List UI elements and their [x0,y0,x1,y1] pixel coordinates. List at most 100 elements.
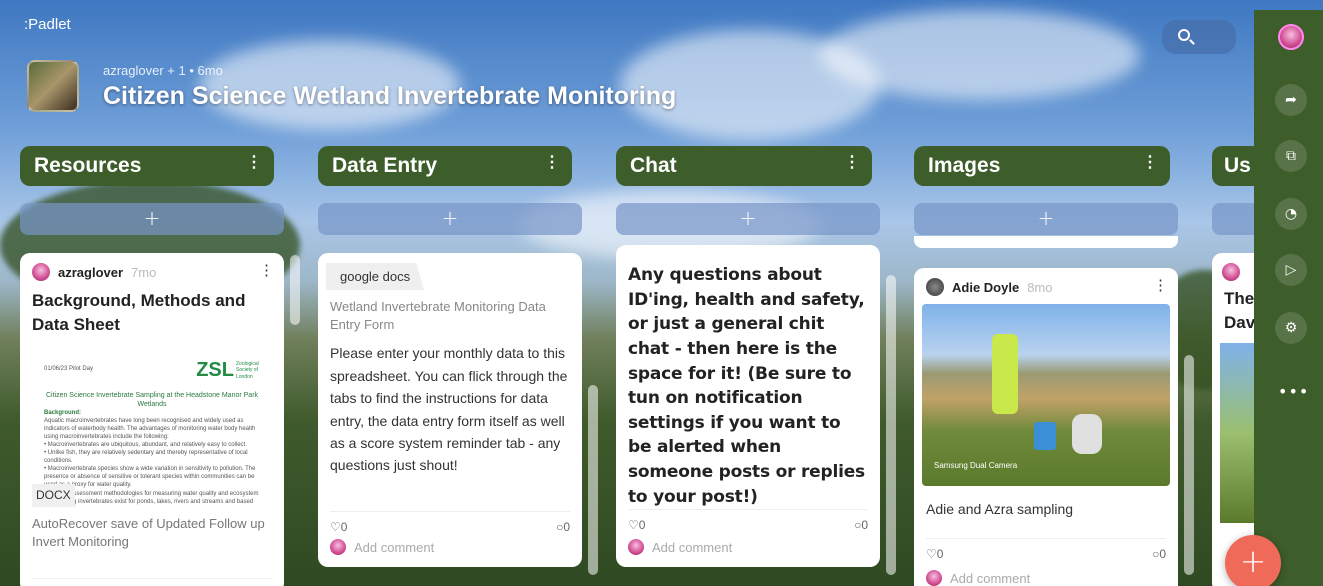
post-title: Background, Methods and Data Sheet [32,291,246,334]
column-header-resources[interactable]: Resources ⋮ [20,146,274,186]
like-button[interactable]: ♡0 [628,518,645,532]
column-scrollbar[interactable] [1184,355,1194,575]
add-comment-row[interactable]: Add comment [926,570,1030,586]
doc-body: Background: Aquatic macroinvertebrates h… [44,409,260,507]
column-header-images[interactable]: Images ⋮ [914,146,1170,186]
comment-count: 0 [1159,547,1166,561]
commenter-avatar [926,570,942,586]
more-icon[interactable]: ••• [1278,382,1309,401]
post-card-previous[interactable] [914,236,1178,248]
like-button[interactable]: ♡0 [330,520,347,534]
author-avatar [926,278,944,296]
column-menu-icon[interactable]: ⋮ [844,152,860,172]
reactions-row: ♡0 ○0 [32,578,272,586]
column-scrollbar[interactable] [588,385,598,575]
column-header-chat[interactable]: Chat ⋮ [616,146,872,186]
post-card-resources[interactable]: azraglover 7mo ⋮ Background, Methods and… [20,253,284,586]
column-title: Resources [34,154,142,177]
column-header-data-entry[interactable]: Data Entry ⋮ [318,146,572,186]
docx-badge: DOCX [32,484,75,507]
attachment-type-tag: google docs [326,263,425,290]
share-icon: ➦ [1285,92,1297,108]
user-avatar[interactable] [1278,24,1304,50]
remake-icon: ⧉ [1286,148,1296,164]
photo-camera-tag: Samsung Dual Camera [934,461,1018,470]
column-scrollbar[interactable] [290,255,300,325]
settings-button[interactable]: ⚙ [1275,312,1307,344]
post-title: The Dav [1224,289,1254,332]
column-title: Chat [630,154,677,177]
column-title: Us [1224,154,1251,177]
add-comment-row[interactable]: Add comment [628,539,732,555]
add-comment-row[interactable]: Add comment [330,539,434,555]
post-photo[interactable]: Samsung Dual Camera [922,304,1170,486]
play-icon: ▷ [1285,262,1297,278]
post-body: Any questions about ID'ing, health and s… [628,265,865,507]
gear-icon: ⚙ [1284,320,1298,336]
like-button[interactable]: ♡0 [926,547,943,561]
column-header-users[interactable]: Us [1212,146,1254,186]
remake-button[interactable]: ⧉ [1275,140,1307,172]
post-author-row: azraglover 7mo [20,253,284,281]
add-post-fab[interactable]: + [1225,535,1281,586]
add-comment-placeholder[interactable]: Add comment [652,540,732,555]
add-post-button[interactable]: + [20,203,284,235]
column-menu-icon[interactable]: ⋮ [544,152,560,172]
share-button[interactable]: ➦ [1275,84,1307,116]
post-menu-icon[interactable]: ⋮ [259,261,274,279]
add-comment-placeholder[interactable]: Add comment [354,540,434,555]
add-post-button[interactable]: + [616,203,880,235]
like-count: 0 [638,518,646,532]
comment-button[interactable]: ○0 [1152,547,1166,561]
board-title: Citizen Science Wetland Invertebrate Mon… [103,82,677,110]
add-post-button[interactable]: + [318,203,582,235]
reactions-row: ♡0 ○0 [330,511,570,534]
doc-bullet: • Macroinvertebrate species show a wide … [44,466,256,489]
photo-person [992,334,1018,414]
comment-button[interactable]: ○0 [854,518,868,532]
comment-count: 0 [563,520,570,534]
column-scrollbar[interactable] [886,275,896,575]
doc-bullet: • Unlike fish, they are relatively seden… [44,450,248,465]
post-card-chat[interactable]: Any questions about ID'ing, health and s… [616,245,880,567]
add-post-button[interactable] [1212,203,1254,235]
bell-icon: ◔ [1284,206,1298,222]
comment-button[interactable]: ○0 [556,520,570,534]
zsl-logo: ZSL [196,358,234,381]
post-menu-icon[interactable]: ⋮ [1153,276,1168,294]
doc-section-label: Background: [44,409,82,416]
add-comment-placeholder[interactable]: Add comment [950,571,1030,586]
post-time: 8mo [1027,279,1053,295]
reactions-row: ♡0 ○0 [926,538,1166,561]
post-author-row: Adie Doyle 8mo [914,268,1178,296]
like-count: 0 [936,547,944,561]
zsl-logo-subtitle: Zoological Society of London [236,360,259,381]
doc-date: 01/06/23 Pilot Day [44,365,94,372]
docx-attachment-preview[interactable]: 01/06/23 Pilot Day ZSL Zoological Societ… [32,346,272,507]
search-button[interactable] [1162,20,1236,54]
author-name[interactable]: Adie Doyle [952,280,1019,295]
post-card-images[interactable]: Adie Doyle 8mo ⋮ Samsung Dual Camera Adi… [914,268,1178,586]
post-card-data-entry[interactable]: google docs Wetland Invertebrate Monitor… [318,253,582,567]
search-icon [1178,29,1190,41]
author-name[interactable]: azraglover [58,265,123,280]
cloud [820,10,1140,100]
column-menu-icon[interactable]: ⋮ [246,152,262,172]
doc-paragraph: Standard assessment methodologies for me… [44,490,259,505]
post-body: Please enter your monthly data to this s… [330,345,568,474]
post-time: 7mo [131,264,157,280]
photo-sample-box [1034,422,1056,450]
photo-person [1072,414,1102,454]
post-caption: Adie and Azra sampling [926,501,1074,517]
add-post-button[interactable]: + [914,203,1178,235]
post-photo[interactable] [1220,342,1254,523]
padlet-logo[interactable]: :Padlet [24,16,71,33]
author-avatar [32,263,50,281]
slideshow-button[interactable]: ▷ [1275,254,1307,286]
attachment-title[interactable]: Wetland Invertebrate Monitoring Data Ent… [318,290,582,334]
column-menu-icon[interactable]: ⋮ [1142,152,1158,172]
notifications-button[interactable]: ◔ [1275,198,1307,230]
doc-heading: Citizen Science Invertebrate Sampling at… [45,391,259,409]
like-count: 0 [340,520,348,534]
column-title: Images [928,154,1001,177]
